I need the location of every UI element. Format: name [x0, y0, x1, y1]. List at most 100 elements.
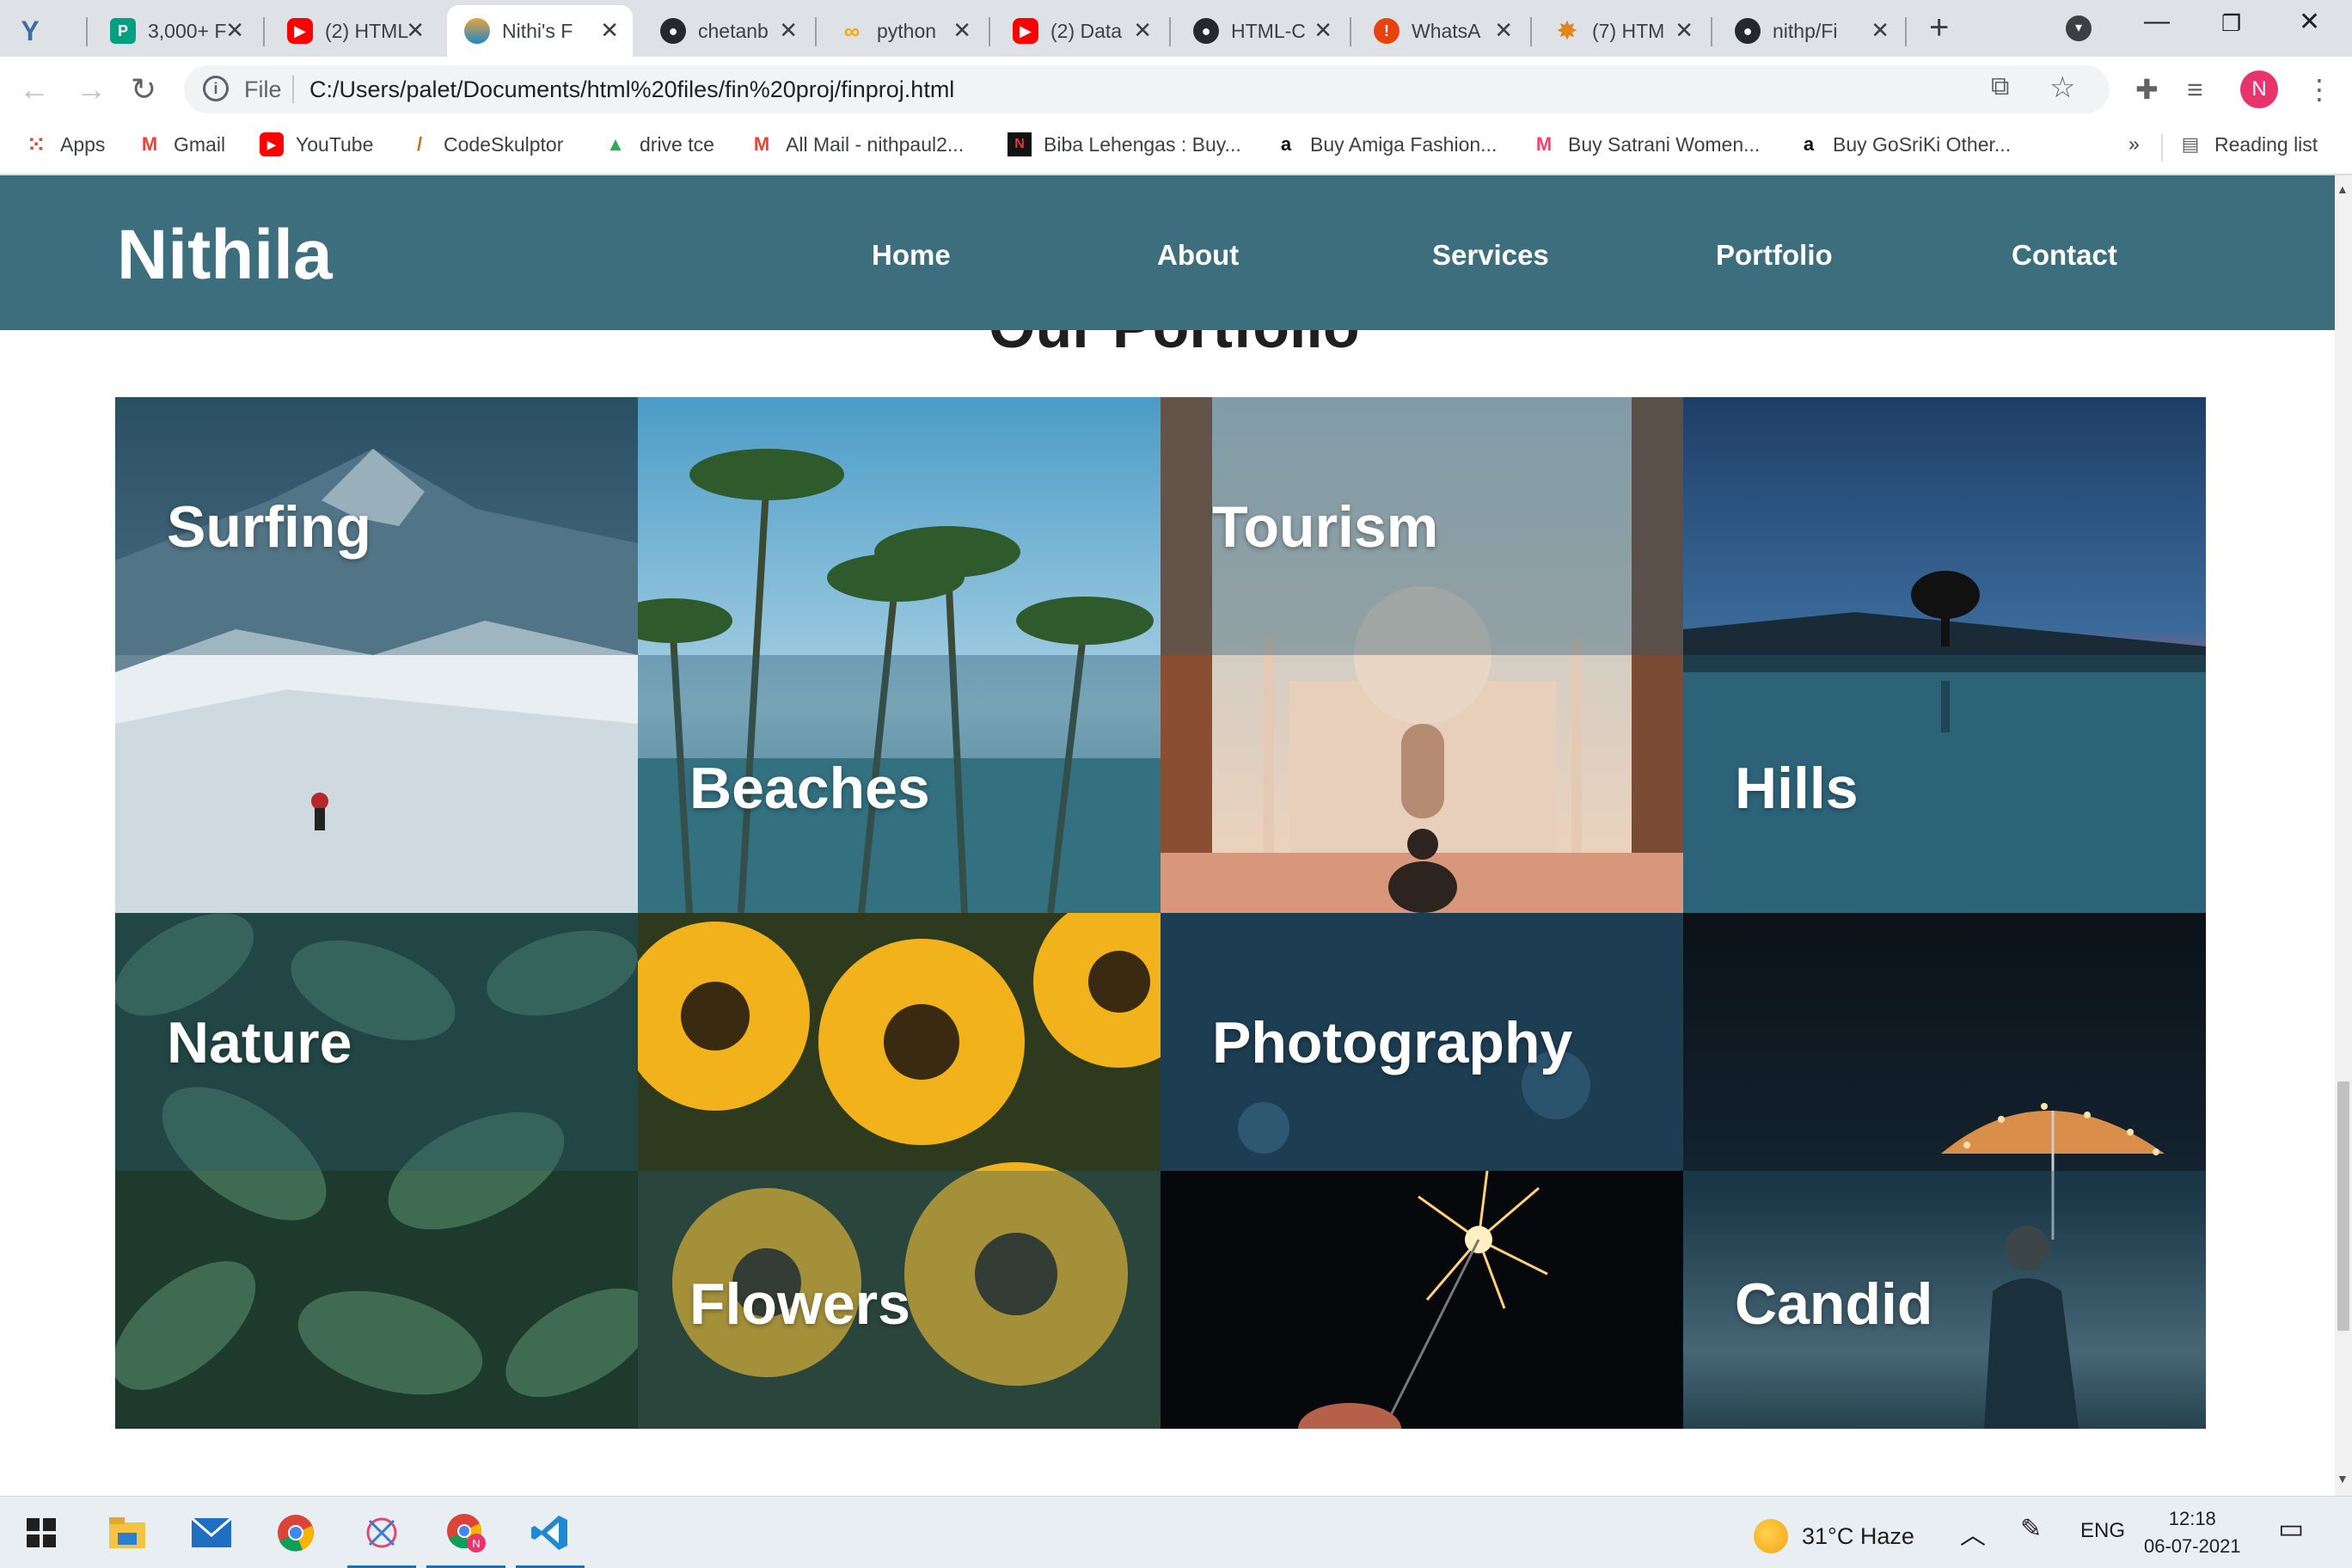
bookmark-all-mail[interactable]: M All Mail - nithpaul2...: [750, 132, 964, 156]
close-tab-icon[interactable]: ✕: [1133, 17, 1152, 44]
reload-icon[interactable]: ↻: [131, 72, 156, 107]
tile-label: Photography: [1212, 1010, 1573, 1075]
bookmark-star-icon[interactable]: ☆: [2049, 70, 2075, 105]
nav-services[interactable]: Services: [1432, 239, 1549, 272]
bookmarks-bar: ⁙ Apps M Gmail ▶ YouTube / CodeSkulptor …: [0, 122, 2352, 175]
address-protocol: File: [244, 77, 282, 102]
apps-grid-icon: ⁙: [27, 132, 46, 156]
bookmark-apps[interactable]: ⁙ Apps: [24, 132, 106, 156]
close-tab-icon[interactable]: ✕: [1314, 17, 1332, 44]
translate-icon[interactable]: ⧉: [1991, 72, 2009, 101]
site-info-icon[interactable]: i: [203, 76, 229, 101]
portfolio-tile-photography[interactable]: Photography: [1161, 913, 1683, 1429]
bookmark-gosriki[interactable]: a Buy GoSriKi Other...: [1797, 132, 2011, 156]
portfolio-tile-hills[interactable]: Hills: [1683, 397, 2206, 913]
restore-button[interactable]: ❐: [2221, 10, 2241, 37]
portfolio-tile-beaches[interactable]: Beaches: [638, 397, 1161, 913]
vscode-icon[interactable]: [530, 1512, 571, 1553]
pen-ink-icon[interactable]: ✎: [2020, 1514, 2042, 1544]
tab-youtube-html[interactable]: ▶ (2) HTML ✕: [270, 5, 438, 57]
tab-colab[interactable]: ∞ python ✕: [822, 5, 985, 57]
nav-portfolio[interactable]: Portfolio: [1716, 239, 1833, 272]
close-tab-icon[interactable]: ✕: [1494, 17, 1513, 44]
scroll-up-icon[interactable]: ▲: [2337, 182, 2349, 196]
whatsapp-alert-icon: !: [1374, 18, 1400, 44]
address-bar[interactable]: i File C:/Users/palet/Documents/html%20f…: [184, 65, 2110, 113]
bookmark-drive[interactable]: ▲ drive tce: [603, 132, 714, 156]
bookmark-biba[interactable]: N Biba Lehengas : Buy...: [1008, 132, 1241, 156]
svg-text:N: N: [472, 1537, 480, 1550]
tab-youtube-data[interactable]: ▶ (2) Data ✕: [995, 5, 1166, 57]
tab-title: Nithi's F: [502, 19, 573, 42]
media-controls-icon[interactable]: ≡: [2187, 74, 2203, 105]
nav-contact[interactable]: Contact: [2012, 239, 2117, 272]
tab-github-nithp[interactable]: ● nithp/Fi ✕: [1718, 5, 1903, 57]
tab-pexels[interactable]: P 3,000+ F ✕: [93, 5, 258, 57]
action-center-icon[interactable]: ▭: [2278, 1512, 2304, 1545]
gmail-icon: M: [141, 133, 158, 155]
tab-title: HTML-C: [1231, 19, 1306, 42]
close-tab-icon[interactable]: ✕: [225, 17, 244, 44]
bookmark-gmail[interactable]: M Gmail: [138, 132, 225, 156]
tab-search-icon[interactable]: ▾: [2066, 15, 2092, 41]
tab-title: (2) Data: [1050, 19, 1123, 42]
pexels-icon: P: [110, 18, 136, 44]
tab-title: WhatsA: [1412, 19, 1481, 42]
bookmark-amiga[interactable]: a Buy Amiga Fashion...: [1274, 132, 1497, 156]
nav-home[interactable]: Home: [872, 239, 951, 272]
close-window-button[interactable]: ✕: [2299, 7, 2320, 37]
tab-github-chetan[interactable]: ● chetanb ✕: [643, 5, 812, 57]
tab-github-html[interactable]: ● HTML-C ✕: [1176, 5, 1346, 57]
clock-time: 12:18: [2168, 1508, 2216, 1529]
snipping-tool-icon[interactable]: [361, 1512, 402, 1553]
portfolio-tile-surfing[interactable]: Surfing: [115, 397, 638, 913]
close-tab-icon[interactable]: ✕: [779, 17, 798, 44]
scroll-thumb[interactable]: [2337, 1081, 2349, 1331]
portfolio-tile-tourism[interactable]: Tourism: [1161, 397, 1683, 913]
forward-icon[interactable]: →: [76, 72, 107, 107]
google-drive-icon: ▲: [606, 133, 625, 155]
portfolio-tile-candid[interactable]: Candid: [1683, 913, 2206, 1429]
portfolio-grid: Surfing Beaches Tourism Hills Nature Flo…: [115, 397, 2206, 1429]
tab-active-site[interactable]: Nithi's F ✕: [447, 5, 633, 57]
portfolio-tile-nature[interactable]: Nature: [115, 913, 638, 1429]
bookmark-youtube[interactable]: ▶ YouTube: [260, 132, 373, 156]
close-tab-icon[interactable]: ✕: [600, 17, 619, 44]
portfolio-tile-flowers[interactable]: Flowers: [638, 913, 1161, 1429]
scroll-down-icon[interactable]: ▼: [2337, 1472, 2349, 1485]
menu-kebab-icon[interactable]: ⋮: [2306, 74, 2333, 105]
tab-vivaldi[interactable]: Y: [0, 5, 83, 57]
site-logo[interactable]: Nithila: [117, 215, 333, 296]
language-indicator[interactable]: ENG: [2080, 1519, 2125, 1543]
reading-list-button[interactable]: ▤ Reading list: [2178, 132, 2318, 156]
mail-icon[interactable]: [191, 1512, 232, 1553]
nav-about[interactable]: About: [1157, 239, 1239, 272]
close-tab-icon[interactable]: ✕: [1675, 17, 1694, 44]
profile-avatar[interactable]: N: [2240, 70, 2278, 108]
bookmarks-overflow-button[interactable]: »: [2128, 132, 2140, 156]
sparkle-icon: ✸: [1556, 16, 1578, 46]
windows-start-icon[interactable]: [21, 1512, 62, 1553]
file-explorer-icon[interactable]: [107, 1512, 148, 1553]
chrome-icon[interactable]: [275, 1512, 316, 1553]
new-tab-button[interactable]: +: [1929, 10, 1949, 45]
github-icon: ●: [1735, 18, 1761, 44]
close-tab-icon[interactable]: ✕: [1871, 17, 1890, 44]
tile-label: Beaches: [689, 756, 930, 821]
tab-html-7[interactable]: ✸ (7) HTM ✕: [1537, 5, 1707, 57]
minimize-button[interactable]: —: [2144, 7, 2170, 36]
weather-widget[interactable]: 31°C Haze: [1754, 1519, 1914, 1553]
chrome-profile-icon[interactable]: N: [445, 1512, 487, 1553]
bookmark-satrani[interactable]: M Buy Satrani Women...: [1532, 132, 1760, 156]
system-clock[interactable]: 12:18 06-07-2021: [2144, 1505, 2241, 1560]
close-tab-icon[interactable]: ✕: [406, 17, 425, 44]
address-url[interactable]: C:/Users/palet/Documents/html%20files/fi…: [309, 77, 954, 103]
back-icon[interactable]: ←: [19, 72, 50, 107]
bookmark-codeskulptor[interactable]: / CodeSkulptor: [407, 132, 563, 156]
tray-overflow-chevron-icon[interactable]: ︿: [1960, 1514, 1986, 1552]
amazon-icon: a: [1280, 133, 1292, 155]
tab-whatsapp[interactable]: ! WhatsA ✕: [1357, 5, 1527, 57]
close-tab-icon[interactable]: ✕: [952, 17, 971, 44]
page-scrollbar[interactable]: ▲ ▼: [2335, 175, 2352, 1496]
extensions-icon[interactable]: ✚: [2135, 74, 2159, 105]
